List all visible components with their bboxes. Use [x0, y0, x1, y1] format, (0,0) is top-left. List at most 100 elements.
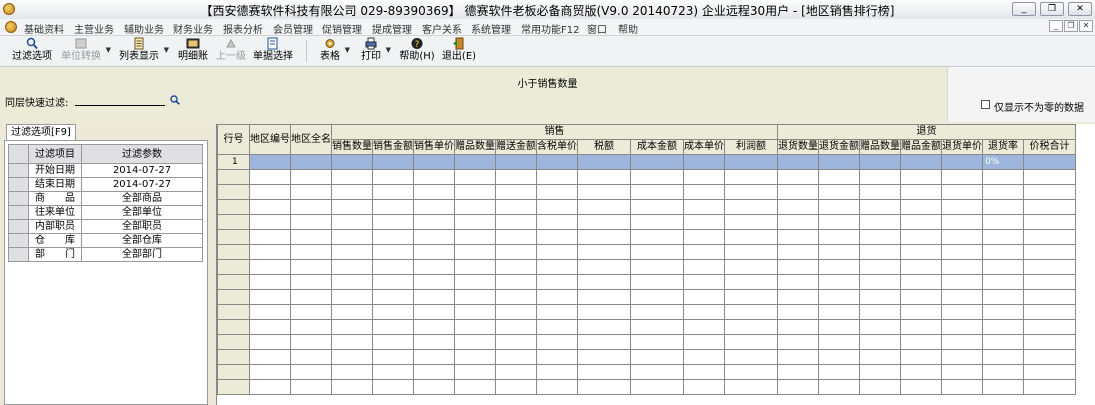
table-cell[interactable] [683, 229, 725, 245]
table-cell[interactable] [941, 364, 983, 380]
col-tax-inclusive-price[interactable]: 含税单价 [536, 139, 578, 155]
table-cell[interactable] [454, 259, 496, 275]
col-return-gift-qty[interactable]: 赠品数量 [859, 139, 901, 155]
table-cell[interactable] [577, 319, 631, 335]
table-cell[interactable] [536, 379, 578, 395]
table-cell[interactable] [982, 364, 1024, 380]
table-cell[interactable] [724, 184, 778, 200]
minimize-button[interactable]: _ [1012, 2, 1036, 16]
table-cell[interactable] [536, 289, 578, 305]
table-cell[interactable] [372, 274, 414, 290]
table-cell[interactable] [777, 184, 819, 200]
table-cell[interactable] [683, 154, 725, 170]
table-cell[interactable] [249, 349, 291, 365]
mdi-restore-button[interactable]: ❐ [1064, 20, 1078, 32]
dropdown-arrow-icon[interactable]: ▼ [345, 46, 350, 54]
table-cell[interactable] [859, 169, 901, 185]
table-cell[interactable] [777, 199, 819, 215]
table-cell[interactable] [724, 259, 778, 275]
table-cell[interactable] [630, 229, 684, 245]
table-cell[interactable] [818, 334, 860, 350]
table-cell[interactable] [941, 319, 983, 335]
table-cell[interactable] [630, 304, 684, 320]
table-cell[interactable] [577, 154, 631, 170]
table-cell[interactable] [859, 334, 901, 350]
filter-row[interactable]: 仓 库 全部仓库 [8, 233, 203, 248]
child-window-icon[interactable] [5, 21, 17, 33]
table-cell[interactable] [577, 244, 631, 260]
table-cell[interactable] [290, 334, 332, 350]
table-cell[interactable] [683, 319, 725, 335]
table-cell[interactable] [249, 184, 291, 200]
table-cell[interactable] [777, 349, 819, 365]
table-cell[interactable] [941, 334, 983, 350]
table-cell[interactable] [536, 304, 578, 320]
table-cell[interactable] [777, 319, 819, 335]
col-profit[interactable]: 利润额 [724, 139, 778, 155]
table-cell[interactable] [941, 274, 983, 290]
list-display-button[interactable]: 列表显示 ▼ [117, 37, 169, 65]
table-cell[interactable] [1023, 334, 1076, 350]
filter-value[interactable]: 2014-07-27 [81, 177, 203, 192]
table-cell[interactable] [941, 154, 983, 170]
col-tax[interactable]: 税额 [577, 139, 631, 155]
table-cell[interactable] [859, 154, 901, 170]
table-cell[interactable] [372, 214, 414, 230]
table-cell[interactable] [1023, 364, 1076, 380]
table-cell[interactable] [683, 274, 725, 290]
table-cell[interactable] [536, 334, 578, 350]
table-cell[interactable] [372, 334, 414, 350]
table-cell[interactable] [724, 274, 778, 290]
table-cell[interactable] [859, 214, 901, 230]
filter-value[interactable]: 全部仓库 [81, 233, 203, 248]
menu-crm[interactable]: 客户关系 [422, 21, 462, 36]
table-cell[interactable] [454, 304, 496, 320]
table-cell[interactable] [777, 169, 819, 185]
dropdown-arrow-icon[interactable]: ▼ [164, 46, 169, 54]
table-cell[interactable] [331, 214, 373, 230]
table-cell[interactable] [630, 244, 684, 260]
table-cell[interactable] [630, 379, 684, 395]
table-cell[interactable] [982, 259, 1024, 275]
table-cell[interactable] [495, 364, 537, 380]
table-cell[interactable] [982, 334, 1024, 350]
table-cell[interactable] [249, 244, 291, 260]
table-cell[interactable] [536, 364, 578, 380]
table-cell[interactable] [413, 214, 455, 230]
menu-reports[interactable]: 报表分析 [223, 21, 263, 36]
table-cell[interactable] [1023, 169, 1076, 185]
table-cell[interactable] [495, 229, 537, 245]
table-cell[interactable] [331, 259, 373, 275]
table-cell[interactable] [777, 244, 819, 260]
table-cell[interactable] [577, 229, 631, 245]
table-cell[interactable] [290, 289, 332, 305]
table-cell[interactable] [1023, 349, 1076, 365]
table-cell[interactable] [249, 289, 291, 305]
table-cell[interactable] [290, 304, 332, 320]
menu-aux-business[interactable]: 辅助业务 [124, 21, 164, 36]
table-cell[interactable] [982, 184, 1024, 200]
table-row[interactable] [217, 334, 1076, 350]
table-cell[interactable] [630, 289, 684, 305]
table-cell[interactable] [290, 229, 332, 245]
table-row[interactable]: 1 0% [217, 154, 1076, 170]
table-cell[interactable] [724, 199, 778, 215]
table-cell[interactable] [495, 379, 537, 395]
table-cell[interactable] [372, 169, 414, 185]
table-cell[interactable] [724, 169, 778, 185]
table-cell[interactable] [372, 304, 414, 320]
table-cell[interactable] [290, 274, 332, 290]
table-cell[interactable] [777, 379, 819, 395]
table-cell[interactable] [818, 289, 860, 305]
filter-row[interactable]: 部 门 全部部门 [8, 247, 203, 262]
table-cell[interactable] [724, 334, 778, 350]
table-cell[interactable] [777, 289, 819, 305]
print-button[interactable]: 打印 ▼ [359, 37, 391, 65]
mdi-minimize-button[interactable]: _ [1049, 20, 1063, 32]
table-cell[interactable] [941, 229, 983, 245]
table-cell[interactable] [818, 154, 860, 170]
table-cell[interactable] [249, 259, 291, 275]
table-cell[interactable] [900, 199, 942, 215]
table-cell[interactable] [777, 214, 819, 230]
table-row[interactable] [217, 199, 1076, 215]
